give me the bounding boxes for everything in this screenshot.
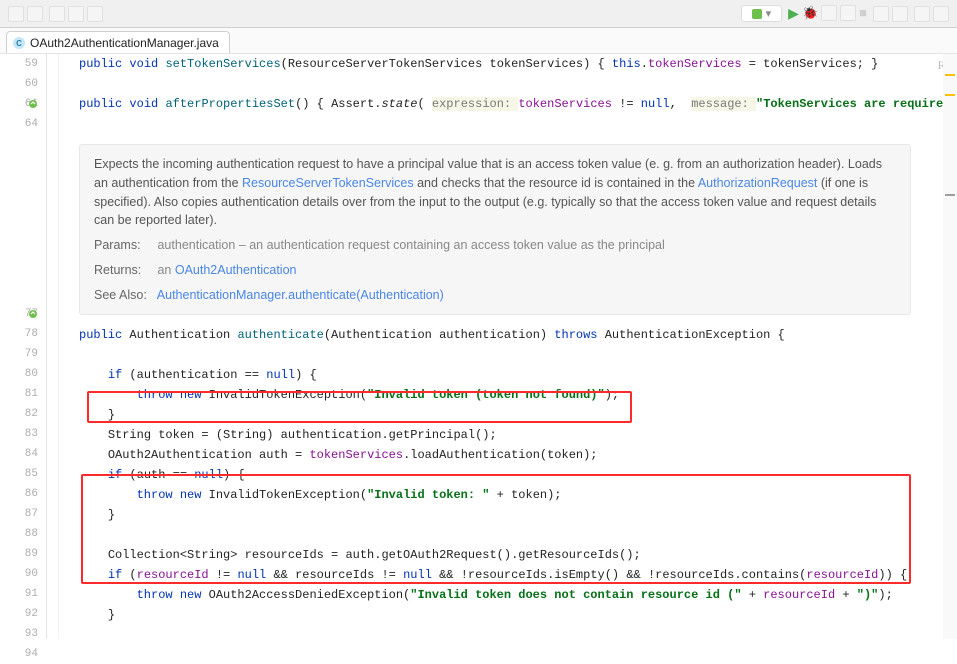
line-number: 59 — [0, 54, 46, 74]
code-line: throw new InvalidTokenException("Invalid… — [79, 385, 957, 405]
code-line: if (authentication == null) { — [79, 365, 957, 385]
doc-link[interactable]: OAuth2Authentication — [175, 263, 297, 277]
doc-link[interactable]: AuthenticationManager.authenticate(Authe… — [157, 288, 444, 302]
javadoc-popup: Expects the incoming authentication requ… — [79, 144, 911, 315]
line-number: 84 — [0, 444, 46, 464]
code-line — [79, 525, 957, 545]
search-icon[interactable] — [933, 6, 949, 22]
code-line: String token = (String) authentication.g… — [79, 425, 957, 445]
toolbar-icon[interactable] — [8, 6, 24, 22]
code-line: if (resourceId != null && resourceIds !=… — [79, 565, 957, 585]
marker[interactable] — [945, 194, 955, 196]
toolbar-icon[interactable] — [892, 6, 908, 22]
line-number: 85 — [0, 464, 46, 484]
line-number: 87 — [0, 504, 46, 524]
editor: 59 60 61 64 77 78 79 80 81 82 83 84 85 8… — [0, 54, 957, 639]
line-number: 64 — [0, 114, 46, 134]
line-number: 89 — [0, 544, 46, 564]
line-number: 77 — [0, 304, 46, 324]
code-line: throw new InvalidTokenException("Invalid… — [79, 485, 957, 505]
fold-strip[interactable] — [47, 54, 59, 639]
run-icon[interactable]: ▶ — [788, 5, 799, 22]
toolbar-icon[interactable] — [68, 6, 84, 22]
code-line: public void setTokenServices(ResourceSer… — [79, 54, 957, 74]
code-line: public void afterPropertiesSet() { Asser… — [79, 94, 957, 114]
code-line: throw new OAuth2AccessDeniedException("I… — [79, 585, 957, 605]
doc-link[interactable]: AuthorizationRequest — [698, 176, 818, 190]
marker[interactable] — [945, 74, 955, 76]
toolbar-icon[interactable] — [27, 6, 43, 22]
toolbar-icon[interactable] — [914, 6, 930, 22]
code-line — [79, 74, 957, 94]
marker-bar[interactable] — [943, 54, 957, 639]
line-number: 82 — [0, 404, 46, 424]
line-number: 78 — [0, 324, 46, 344]
line-gutter[interactable]: 59 60 61 64 77 78 79 80 81 82 83 84 85 8… — [0, 54, 47, 639]
line-number: 93 — [0, 624, 46, 644]
java-class-icon: C — [13, 37, 25, 49]
line-number: 61 — [0, 94, 46, 114]
code-area[interactable]: Re public void setTokenServices(Resource… — [59, 54, 957, 639]
line-number: 91 — [0, 584, 46, 604]
tab-file[interactable]: C OAuth2AuthenticationManager.java — [6, 31, 230, 53]
toolbar-icon[interactable] — [873, 6, 889, 22]
tab-filename: OAuth2AuthenticationManager.java — [30, 36, 219, 50]
code-line — [79, 114, 957, 134]
code-line: public Authentication authenticate(Authe… — [79, 325, 957, 345]
code-line: if (auth == null) { — [79, 465, 957, 485]
doc-link[interactable]: ResourceServerTokenServices — [242, 176, 414, 190]
editor-tabs: C OAuth2AuthenticationManager.java — [0, 28, 957, 54]
toolbar-icon[interactable] — [49, 6, 65, 22]
line-number: 60 — [0, 74, 46, 94]
code-line: } — [79, 405, 957, 425]
top-toolbar: ▾ ▶ 🐞 ■ — [0, 0, 957, 28]
line-number: 94 — [0, 644, 46, 664]
line-number: 81 — [0, 384, 46, 404]
code-line: Collection<String> resourceIds = auth.ge… — [79, 545, 957, 565]
code-line — [79, 625, 957, 639]
toolbar-icon[interactable] — [840, 5, 856, 21]
line-number: 79 — [0, 344, 46, 364]
toolbar-icon[interactable] — [87, 6, 103, 22]
line-number: 92 — [0, 604, 46, 624]
code-line: } — [79, 605, 957, 625]
stop-icon: ■ — [859, 5, 867, 22]
code-line: } — [79, 505, 957, 525]
code-line: OAuth2Authentication auth = tokenService… — [79, 445, 957, 465]
run-config-dropdown[interactable]: ▾ — [741, 5, 783, 22]
line-number: 88 — [0, 524, 46, 544]
line-number: 90 — [0, 564, 46, 584]
debug-icon[interactable]: 🐞 — [802, 5, 818, 22]
toolbar-icon[interactable] — [821, 5, 837, 21]
line-number: 86 — [0, 484, 46, 504]
code-line — [79, 345, 957, 365]
marker[interactable] — [945, 94, 955, 96]
line-number: 80 — [0, 364, 46, 384]
line-number: 83 — [0, 424, 46, 444]
